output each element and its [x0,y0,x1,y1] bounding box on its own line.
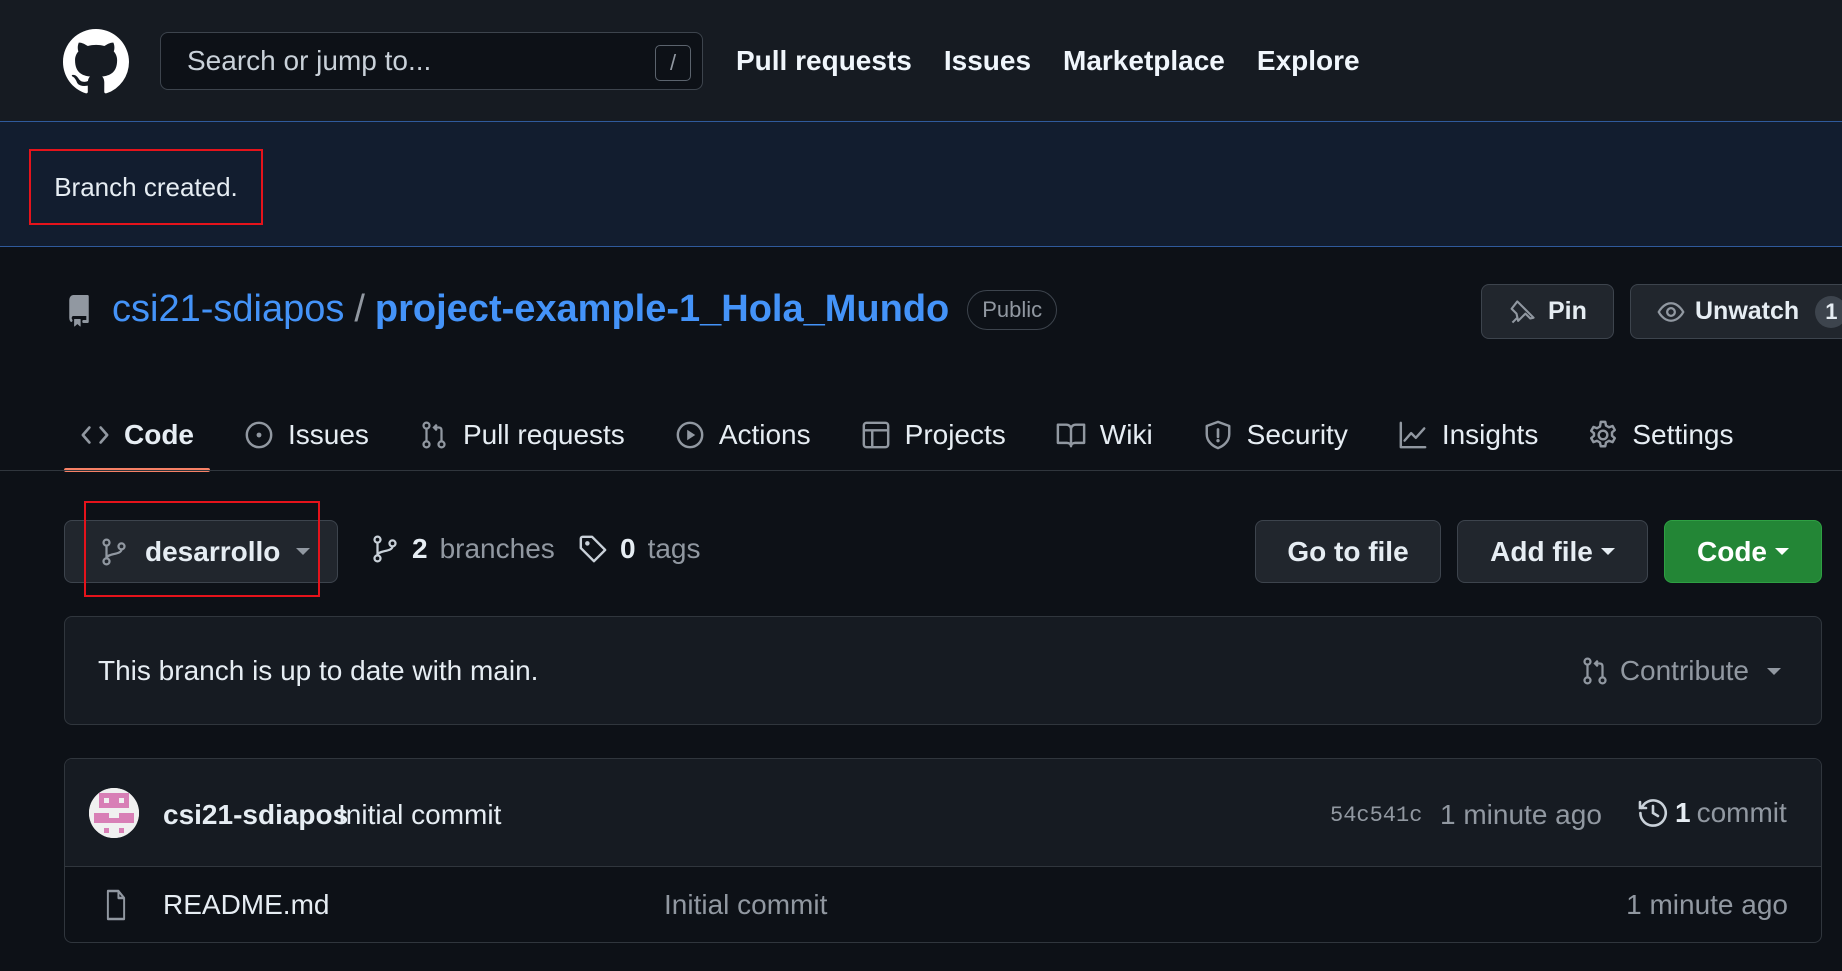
add-file-button[interactable]: Add file [1457,520,1648,583]
unwatch-label: Unwatch [1695,297,1800,325]
code-label: Code [1697,535,1767,567]
tags-label: tags [647,533,701,564]
github-logo-icon[interactable] [63,29,129,95]
branches-link[interactable]: 2 branches [370,533,555,565]
commit-count-label: commit [1696,797,1787,828]
file-commit-message-link[interactable]: Initial commit [664,889,827,921]
chevron-down-icon [1775,548,1789,555]
tab-code[interactable]: Code [64,400,210,472]
contribute-dropdown[interactable]: Contribute [1580,655,1781,687]
repo-icon [66,295,92,327]
visibility-badge: Public [967,289,1058,330]
pull-request-icon [419,420,449,450]
code-button[interactable]: Code [1664,520,1822,583]
add-file-label: Add file [1490,535,1593,567]
avatar[interactable] [89,788,139,838]
search-placeholder: Search or jump to... [187,45,432,76]
tab-projects[interactable]: Projects [845,400,1022,470]
current-branch-label: desarrollo [145,535,281,567]
search-input[interactable]: Search or jump to... / [160,32,703,90]
play-icon [675,420,705,450]
latest-commit-row: csi21-sdiapos Initial commit 54c541c 1 m… [65,759,1821,867]
tabs-divider [0,470,1842,471]
nav-marketplace[interactable]: Marketplace [1063,45,1225,77]
tab-settings[interactable]: Settings [1572,400,1749,470]
nav-explore[interactable]: Explore [1257,45,1360,77]
tab-issues[interactable]: Issues [228,400,385,470]
repo-owner-link[interactable]: csi21-sdiapos [112,288,344,331]
tab-label: Wiki [1099,419,1153,450]
flash-banner: Branch created. [0,121,1842,247]
tab-insights[interactable]: Insights [1382,400,1555,470]
pin-label: Pin [1548,297,1587,325]
search-shortcut-key: / [655,45,691,81]
commit-author-link[interactable]: csi21-sdiapos [163,799,348,831]
code-icon [80,420,110,450]
eye-icon [1657,298,1685,326]
file-icon [103,889,129,921]
commits-link[interactable]: 1 commit [1637,797,1787,829]
file-table: csi21-sdiapos Initial commit 54c541c 1 m… [64,758,1822,943]
nav-pull-requests[interactable]: Pull requests [736,45,912,77]
contribute-label: Contribute [1619,655,1749,686]
tab-wiki[interactable]: Wiki [1040,400,1169,470]
file-time: 1 minute ago [1626,889,1788,920]
tab-label: Pull requests [462,419,625,450]
go-to-file-button[interactable]: Go to file [1255,520,1441,583]
tab-pull-requests[interactable]: Pull requests [403,400,641,470]
table-row[interactable]: README.md Initial commit 1 minute ago [65,867,1821,942]
tab-label: Actions [718,419,811,450]
branch-icon [99,537,129,567]
go-to-file-label: Go to file [1287,535,1409,567]
gear-icon [1588,420,1618,450]
tab-security[interactable]: Security [1187,400,1364,470]
commit-time: 1 minute ago [1440,799,1602,830]
pin-icon [1510,299,1536,325]
commit-sha-link[interactable]: 54c541c [1330,803,1422,828]
graph-icon [1398,420,1428,450]
branches-count: 2 [412,533,428,564]
issue-icon [244,420,274,450]
commit-count: 1 [1675,797,1691,828]
flash-message: Branch created. [29,149,263,225]
tab-label: Security [1246,419,1348,450]
branch-icon [370,534,400,564]
unwatch-button[interactable]: Unwatch 1 [1630,284,1842,339]
repo-title: csi21-sdiapos / project-example-1_Hola_M… [112,288,1058,331]
table-icon [861,420,891,450]
branches-label: branches [439,533,555,564]
repo-separator: / [354,288,365,330]
chevron-down-icon [1767,667,1781,675]
book-icon [1056,420,1086,450]
shield-icon [1203,420,1233,450]
flash-text: Branch created. [54,171,238,202]
tab-label: Projects [904,419,1006,450]
commit-message-link[interactable]: Initial commit [338,799,501,831]
watch-count: 1 [1815,295,1842,328]
pull-request-icon [1580,656,1610,686]
tab-actions[interactable]: Actions [659,400,827,470]
repo-name-link[interactable]: project-example-1_Hola_Mundo [375,288,949,331]
tag-icon [578,534,608,564]
tab-label: Code [124,419,194,450]
chevron-down-icon [296,548,311,555]
repo-tabs: Code Issues Pull requests Actions Projec… [64,400,1768,472]
branch-status-text: This branch is up to date with main. [98,654,539,686]
file-name-link[interactable]: README.md [163,889,329,921]
top-header: Search or jump to... / Pull requests Iss… [0,0,1842,121]
tab-label: Issues [288,419,369,450]
branch-status-box: This branch is up to date with main. Con… [64,616,1822,725]
tab-label: Insights [1441,419,1539,450]
branch-select-button[interactable]: desarrollo [64,520,338,583]
pin-button[interactable]: Pin [1481,284,1614,339]
nav-issues[interactable]: Issues [944,45,1031,77]
chevron-down-icon [1600,548,1615,555]
tags-count: 0 [620,533,636,564]
tab-label: Settings [1632,419,1734,450]
history-icon [1637,797,1669,829]
tags-link[interactable]: 0 tags [578,533,701,565]
top-nav: Pull requests Issues Marketplace Explore [736,45,1360,77]
